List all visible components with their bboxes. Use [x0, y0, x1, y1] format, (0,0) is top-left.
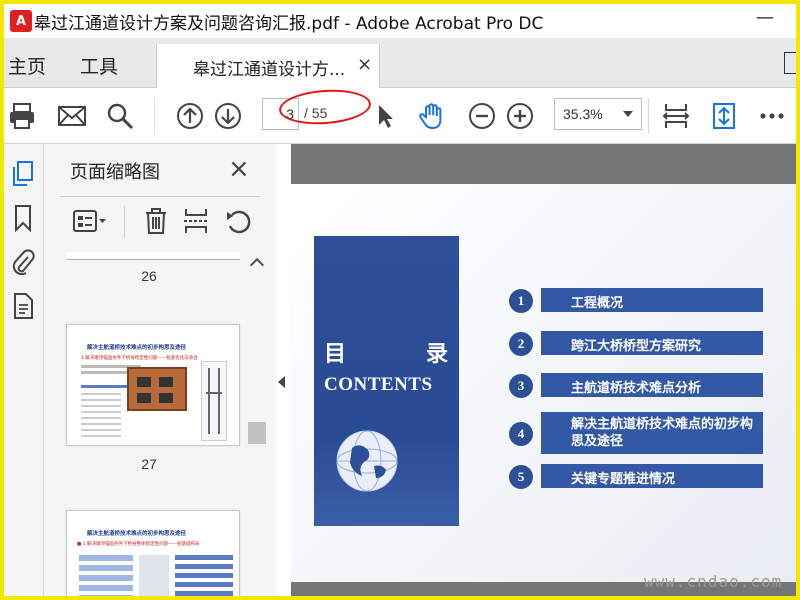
toc-label: 工程概况	[541, 288, 763, 312]
document-properties-icon[interactable]	[10, 292, 36, 320]
toolbar-divider	[154, 98, 155, 134]
tab-bar: 主页 工具 皋过江通道设计方... ×	[4, 38, 796, 89]
more-icon[interactable]	[756, 100, 788, 132]
mail-icon[interactable]	[56, 100, 88, 132]
toolbar-divider	[648, 98, 649, 134]
thumbnail-heading: 解决主航道桥技术难点的初步构思及途径	[87, 531, 187, 537]
bookmark-icon[interactable]	[10, 204, 36, 232]
close-tab-icon[interactable]: ×	[357, 54, 372, 75]
print-icon[interactable]	[6, 100, 38, 132]
prev-page-icon[interactable]	[174, 100, 206, 132]
thumbnail-heading: 解决主航道桥技术难点的初步构思及途径	[87, 345, 187, 351]
thumbnail-list: 26 解决主航道桥技术难点的初步构思及途径 1.解决墩顶锚固条件下桥身稳定性问题…	[44, 252, 254, 596]
toc-label: 跨江大桥桥型方案研究	[541, 331, 763, 355]
globe-icon	[336, 430, 398, 492]
thumbnails-panel: 页面缩略图 × 26 解决主航道桥技术难点的初步构思及途径 1.解决墩顶锚固条件…	[44, 144, 276, 596]
contents-title-cn-1: 目	[324, 341, 347, 367]
hand-icon[interactable]	[416, 100, 448, 132]
toc-number: 5	[509, 465, 533, 489]
navigation-rail	[4, 144, 44, 596]
thumbnail-page-26[interactable]	[66, 252, 240, 260]
insert-page-icon[interactable]	[182, 206, 210, 236]
zoom-select[interactable]: 35.3%	[554, 98, 642, 130]
select-cursor-icon[interactable]	[368, 100, 400, 132]
thumbnail-cap-image	[127, 367, 187, 411]
toc-label: 主航道桥技术难点分析	[541, 373, 763, 397]
page-options-icon[interactable]	[72, 206, 108, 236]
acrobat-icon: A	[10, 10, 32, 32]
scroll-mode-icon[interactable]	[708, 100, 740, 132]
thumbnail-photo	[139, 555, 169, 596]
acrobat-window: A 皋过江通道设计方案及问题咨询汇报.pdf - Adobe Acrobat P…	[0, 0, 800, 600]
toc-number: 3	[509, 374, 533, 398]
toc-label: 关键专题推进情况	[541, 464, 763, 488]
thumbnail-tower-image	[201, 361, 227, 441]
delete-page-icon[interactable]	[142, 206, 170, 236]
tab-overflow-icon[interactable]	[784, 52, 796, 74]
thumbnail-page-27[interactable]: 解决主航道桥技术难点的初步构思及途径 1.解决墩顶锚固条件下桥身稳定性问题——桩…	[66, 324, 240, 446]
scroll-up-icon[interactable]	[249, 257, 265, 273]
title-bar: A 皋过江通道设计方案及问题咨询汇报.pdf - Adobe Acrobat P…	[4, 4, 796, 38]
toolbar-divider	[124, 206, 125, 238]
toc-number: 2	[509, 332, 533, 356]
thumbnail-subheading: 1.解决墩顶锚固条件下桥身稳定性问题——桩基优化与承台	[81, 356, 198, 361]
search-icon[interactable]	[104, 100, 136, 132]
next-page-icon[interactable]	[212, 100, 244, 132]
panel-toolbar	[44, 196, 276, 248]
document-tab-label: 皋过江通道设计方...	[193, 60, 346, 80]
tab-home[interactable]: 主页	[8, 52, 46, 79]
watermark: www.cndao.com	[644, 572, 783, 591]
toolbar	[4, 88, 796, 144]
rotate-page-icon[interactable]	[224, 206, 254, 236]
zoom-value: 35.3%	[563, 106, 603, 122]
fit-page-icon[interactable]	[660, 100, 692, 132]
page-number-26: 26	[141, 268, 157, 284]
document-tab[interactable]: 皋过江通道设计方... ×	[156, 44, 380, 89]
contents-panel: 目 录 CONTENTS	[314, 236, 459, 526]
scroll-thumb[interactable]	[248, 422, 266, 444]
thumbnail-scrollbar[interactable]	[248, 254, 266, 596]
contents-title-en: CONTENTS	[324, 374, 433, 395]
page-number-27: 27	[141, 456, 157, 472]
toc-number: 1	[509, 289, 533, 313]
attachment-icon[interactable]	[10, 248, 36, 276]
pdf-page: 目 录 CONTENTS 1 工程概况 2 跨江大桥桥型方案研究 3 主航道桥技…	[291, 184, 796, 582]
toc-number: 4	[509, 422, 533, 446]
collapse-panel-icon[interactable]	[278, 376, 285, 388]
page-thumbnails-icon[interactable]	[10, 160, 36, 188]
thumbnail-page-28[interactable]: 解决主航道桥技术难点的初步构思及途径 ■ 1.解决墩顶锚固条件下桥身整体稳定性问…	[66, 510, 240, 596]
thumbnail-text-line	[81, 385, 131, 388]
thumbnail-list-block	[175, 555, 233, 596]
panel-title: 页面缩略图	[70, 162, 160, 183]
thumbnail-flow-diagram	[79, 555, 133, 596]
toc-label: 解决主航道桥技术难点的初步构思及途径	[541, 412, 763, 454]
minimize-button[interactable]: —	[756, 7, 774, 28]
chevron-down-icon	[623, 111, 633, 117]
zoom-out-icon[interactable]	[466, 100, 498, 132]
zoom-in-icon[interactable]	[504, 100, 536, 132]
thumbnail-subheading: ■ 1.解决墩顶锚固条件下桥身整体稳定性问题——桩基础布局	[77, 542, 200, 547]
tab-tools[interactable]: 工具	[80, 52, 118, 79]
close-panel-icon[interactable]: ×	[228, 154, 250, 184]
thumbnail-text-block	[81, 393, 121, 441]
contents-title-cn-2: 录	[426, 341, 449, 367]
document-view[interactable]: 目 录 CONTENTS 1 工程概况 2 跨江大桥桥型方案研究 3 主航道桥技…	[291, 144, 796, 596]
window-title: 皋过江通道设计方案及问题咨询汇报.pdf - Adobe Acrobat Pro…	[34, 13, 544, 34]
